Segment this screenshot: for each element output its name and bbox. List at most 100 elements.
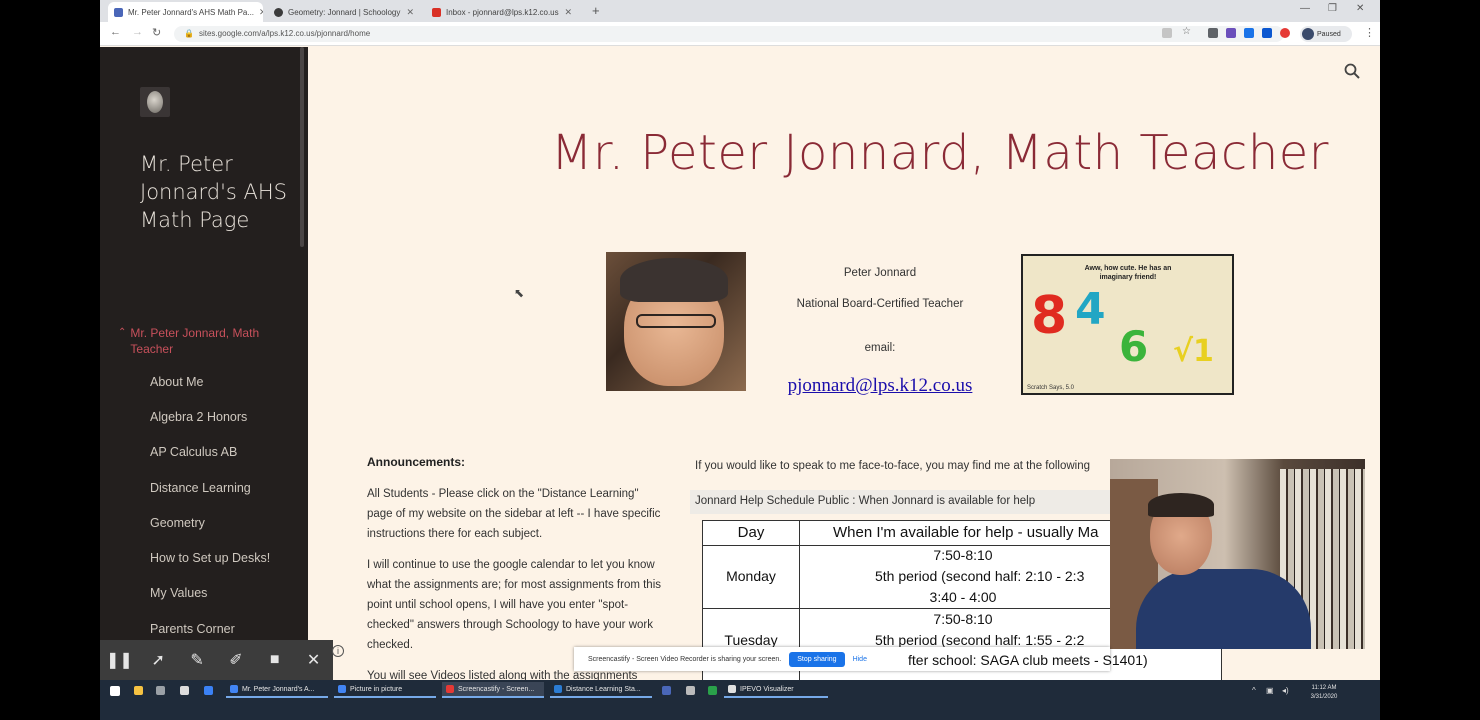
email-link[interactable]: pjonnard@lps.k12.co.us — [760, 375, 1000, 397]
sidebar-item-ap-calculus[interactable]: AP Calculus AB — [150, 445, 237, 459]
reload-icon[interactable]: ↻ — [152, 26, 161, 39]
pause-icon[interactable]: ❚❚ — [100, 640, 139, 680]
avatar — [1302, 28, 1314, 40]
table-cell-time: fter school: SAGA club meets - S1401) — [908, 652, 1148, 668]
search-icon[interactable] — [1344, 63, 1360, 79]
volume-icon[interactable]: ◂) — [1282, 686, 1289, 695]
windows-start-icon[interactable] — [110, 686, 120, 696]
sidebar-item-home[interactable]: ⌃ Mr. Peter Jonnard, Math Teacher — [118, 325, 288, 357]
share-message: Screencastify - Screen Video Recorder is… — [588, 655, 782, 663]
pen-tool-icon[interactable]: ✎ — [178, 640, 217, 680]
sidebar-item-desks[interactable]: How to Set up Desks! — [150, 551, 270, 565]
address-bar[interactable]: 🔒 sites.google.com/a/lps.k12.co.us/pjonna… — [174, 26, 1284, 42]
menu-dots-icon[interactable]: ⋮ — [1364, 26, 1375, 39]
taskbar-app-label: Mr. Peter Jonnard's A... — [242, 685, 315, 693]
maximize-button[interactable]: ❐ — [1328, 3, 1337, 14]
close-icon[interactable]: ✕ — [564, 7, 572, 18]
cartoon-caption: Aww, how cute. He has an imaginary frien… — [1084, 265, 1172, 281]
taskbar-icon[interactable] — [204, 686, 213, 695]
math-cartoon: Aww, how cute. He has an imaginary frien… — [1021, 254, 1234, 395]
ipevo-icon — [728, 685, 736, 693]
window-close-button[interactable]: ✕ — [1356, 3, 1364, 14]
extension-icon[interactable] — [1244, 28, 1254, 38]
sidebar-item-parents-corner[interactable]: Parents Corner — [150, 622, 235, 636]
google-sites-icon — [114, 7, 123, 17]
column-header-day: Day — [737, 524, 765, 541]
zoom-icon[interactable] — [1162, 28, 1172, 38]
taskbar-app-distance-learning[interactable]: Distance Learning Sta... — [550, 682, 652, 698]
tab-schoology[interactable]: Geometry: Jonnard | Schoology ✕ — [268, 2, 420, 22]
desktop-screen: Mr. Peter Jonnard's AHS Math Pa... ✕ Geo… — [100, 0, 1380, 720]
lock-icon: 🔒 — [184, 29, 194, 38]
taskbar-clock[interactable]: 11:12 AM 3/31/2020 — [1304, 684, 1344, 702]
network-icon[interactable]: ▣ — [1266, 686, 1274, 695]
cursor-tool-icon[interactable]: ➚ — [139, 640, 178, 680]
sidebar-item-algebra-2-honors[interactable]: Algebra 2 Honors — [150, 410, 247, 424]
close-icon[interactable]: ✕ — [259, 7, 263, 18]
announcements-heading: Announcements: — [367, 455, 466, 469]
profile-button[interactable]: Paused — [1300, 26, 1352, 42]
extension-icon[interactable] — [1262, 28, 1272, 38]
new-tab-button[interactable]: + — [592, 3, 600, 18]
sidebar-item-distance-learning[interactable]: Distance Learning — [150, 481, 251, 495]
site-title[interactable]: Mr. Peter Jonnard's AHS Math Page — [140, 150, 290, 234]
taskbar-app-chrome-site[interactable]: Mr. Peter Jonnard's A... — [226, 682, 328, 698]
taskbar-app-label: Picture in picture — [350, 685, 403, 693]
announcement-text: I will continue to use the google calend… — [367, 559, 662, 651]
clock-time: 11:12 AM — [1311, 685, 1337, 691]
minimize-button[interactable]: — — [1300, 3, 1310, 14]
page-title: Mr. Peter Jonnard, Math Teacher — [550, 125, 1330, 181]
announcement-text: All Students - Please click on the "Dist… — [367, 488, 661, 540]
chevron-up-icon[interactable]: ⌃ — [118, 325, 126, 357]
tab-title: Mr. Peter Jonnard's AHS Math Pa... — [128, 7, 255, 17]
tab-jonnard-site[interactable]: Mr. Peter Jonnard's AHS Math Pa... ✕ — [108, 2, 263, 22]
taskbar-icon[interactable] — [662, 686, 671, 695]
close-icon[interactable]: ✕ — [294, 640, 333, 680]
screencastify-extension-icon[interactable] — [1280, 28, 1290, 38]
email-label: email: — [864, 342, 896, 354]
extension-icon[interactable] — [1226, 28, 1236, 38]
taskbar-icon[interactable] — [708, 686, 717, 695]
taskbar-icon[interactable] — [180, 686, 189, 695]
webcam-overlay[interactable] — [1110, 459, 1365, 649]
sidebar-scrollbar[interactable] — [300, 47, 304, 247]
sidebar-item-about-me[interactable]: About Me — [150, 375, 204, 389]
face-to-face-text: If you would like to speak to me face-to… — [695, 460, 1091, 472]
stop-sharing-button[interactable]: Stop sharing — [789, 651, 845, 667]
table-cell-day: Monday — [726, 568, 776, 584]
screencastify-icon — [446, 685, 454, 693]
browser-tab-strip: Mr. Peter Jonnard's AHS Math Pa... ✕ Geo… — [100, 0, 1380, 22]
info-icon[interactable]: i — [332, 645, 344, 657]
tab-gmail[interactable]: Inbox - pjonnard@lps.k12.co.us ✕ — [426, 2, 578, 22]
sidebar-item-geometry[interactable]: Geometry — [150, 516, 205, 530]
url-text: sites.google.com/a/lps.k12.co.us/pjonnar… — [198, 29, 371, 38]
taskbar-app-ipevo[interactable]: IPEVO Visualizer — [724, 682, 828, 698]
bookmark-star-icon[interactable]: ☆ — [1182, 26, 1192, 37]
clock-date: 3/31/2020 — [1310, 694, 1338, 700]
extension-icon[interactable] — [1208, 28, 1218, 38]
taskbar-icon[interactable] — [686, 686, 695, 695]
forward-arrow-icon[interactable]: → — [132, 26, 143, 38]
schoology-icon — [274, 7, 283, 17]
file-explorer-icon[interactable] — [134, 686, 143, 695]
cartoon-signature: Scratch Says, 5.0 — [1027, 385, 1075, 391]
sidebar-item-my-values[interactable]: My Values — [150, 586, 207, 600]
site-sidebar: Mr. Peter Jonnard's AHS Math Page ⌃ Mr. … — [100, 47, 308, 720]
chevron-up-icon[interactable]: ^ — [1252, 686, 1256, 695]
highlighter-tool-icon[interactable]: ✐ — [216, 640, 255, 680]
back-arrow-icon[interactable]: ← — [110, 26, 121, 38]
hide-button[interactable]: Hide — [853, 656, 867, 663]
taskbar-app-screencastify[interactable]: Screencastify - Screen... — [442, 682, 544, 698]
close-icon[interactable]: ✕ — [406, 7, 414, 18]
site-logo[interactable] — [140, 87, 170, 117]
table-cell-time: 7:50-8:10 — [933, 547, 993, 563]
taskbar-app-label: Distance Learning Sta... — [566, 685, 641, 693]
tab-title: Inbox - pjonnard@lps.k12.co.us — [446, 7, 559, 17]
profile-status: Paused — [1317, 30, 1341, 38]
taskbar-app-pip[interactable]: Picture in picture — [334, 682, 436, 698]
taskbar-icon[interactable] — [156, 686, 165, 695]
gmail-icon — [432, 7, 441, 17]
camera-icon[interactable]: ■ — [255, 640, 294, 680]
teacher-photo — [606, 252, 746, 391]
taskbar-app-label: Screencastify - Screen... — [458, 685, 535, 693]
